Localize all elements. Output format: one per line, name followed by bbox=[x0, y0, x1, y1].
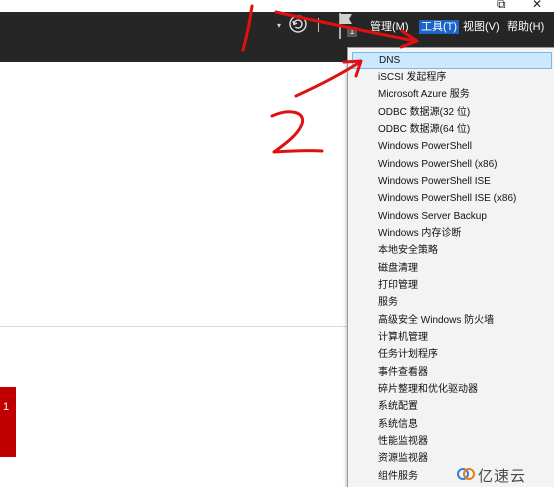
refresh-icon[interactable] bbox=[289, 15, 307, 33]
toolbar-separator bbox=[318, 18, 319, 32]
tools-menu-item-print-management[interactable]: 打印管理 bbox=[352, 277, 552, 294]
tools-menu-item-odbc32[interactable]: ODBC 数据源(32 位) bbox=[352, 104, 552, 121]
tools-menu-item-powershell-ise-x86[interactable]: Windows PowerShell ISE (x86) bbox=[352, 190, 552, 207]
tools-menu-item-system-configuration[interactable]: 系统配置 bbox=[352, 398, 552, 415]
tools-menu-item-odbc64[interactable]: ODBC 数据源(64 位) bbox=[352, 121, 552, 138]
tools-menu-item-powershell[interactable]: Windows PowerShell bbox=[352, 138, 552, 155]
tools-dropdown-menu: DNS iSCSI 发起程序 Microsoft Azure 服务 ODBC 数… bbox=[347, 47, 554, 487]
window-title-bar: ⧉ ✕ bbox=[0, 0, 554, 12]
watermark-text: 亿速云 bbox=[478, 468, 527, 485]
restore-window-button[interactable]: ⧉ bbox=[497, 0, 506, 11]
navigation-dropdown-icon[interactable]: ▾ bbox=[277, 21, 281, 30]
server-group-tile[interactable]: 1 bbox=[0, 387, 16, 457]
tools-menu-item-defragment[interactable]: 碎片整理和优化驱动器 bbox=[352, 381, 552, 398]
notification-count-badge: 1 bbox=[347, 27, 357, 37]
cloud-logo-icon bbox=[457, 468, 475, 480]
tools-menu-item-powershell-x86[interactable]: Windows PowerShell (x86) bbox=[352, 156, 552, 173]
tools-menu-item-services[interactable]: 服务 bbox=[352, 294, 552, 311]
tools-menu-item-azure[interactable]: Microsoft Azure 服务 bbox=[352, 86, 552, 103]
tools-menu-item-firewall[interactable]: 高级安全 Windows 防火墙 bbox=[352, 312, 552, 329]
watermark-logo: 亿速云 bbox=[456, 464, 552, 485]
tools-menu-item-performance-monitor[interactable]: 性能监视器 bbox=[352, 433, 552, 450]
tools-menu-item-local-security-policy[interactable]: 本地安全策略 bbox=[352, 242, 552, 259]
tools-menu-item-dns[interactable]: DNS bbox=[352, 52, 552, 69]
tools-menu-item-memory-diagnostic[interactable]: Windows 内存诊断 bbox=[352, 225, 552, 242]
tools-menu-item-disk-cleanup[interactable]: 磁盘清理 bbox=[352, 260, 552, 277]
tools-menu-item-event-viewer[interactable]: 事件查看器 bbox=[352, 364, 552, 381]
menu-tools[interactable]: 工具(T) bbox=[419, 20, 460, 34]
tools-menu-item-computer-management[interactable]: 计算机管理 bbox=[352, 329, 552, 346]
tools-menu-item-system-information[interactable]: 系统信息 bbox=[352, 416, 552, 433]
tools-menu-item-task-scheduler[interactable]: 任务计划程序 bbox=[352, 346, 552, 363]
menu-manage[interactable]: 管理(M) bbox=[370, 20, 409, 34]
roles-panel bbox=[0, 327, 350, 486]
welcome-panel bbox=[0, 104, 350, 327]
content-header-area bbox=[0, 62, 350, 105]
menu-help[interactable]: 帮助(H) bbox=[507, 20, 544, 34]
close-window-button[interactable]: ✕ bbox=[532, 0, 542, 11]
menu-view[interactable]: 视图(V) bbox=[463, 20, 500, 34]
tools-menu-item-iscsi[interactable]: iSCSI 发起程序 bbox=[352, 69, 552, 86]
tools-menu-item-powershell-ise[interactable]: Windows PowerShell ISE bbox=[352, 173, 552, 190]
tools-menu-item-server-backup[interactable]: Windows Server Backup bbox=[352, 208, 552, 225]
tile-label: 1 bbox=[3, 401, 10, 413]
